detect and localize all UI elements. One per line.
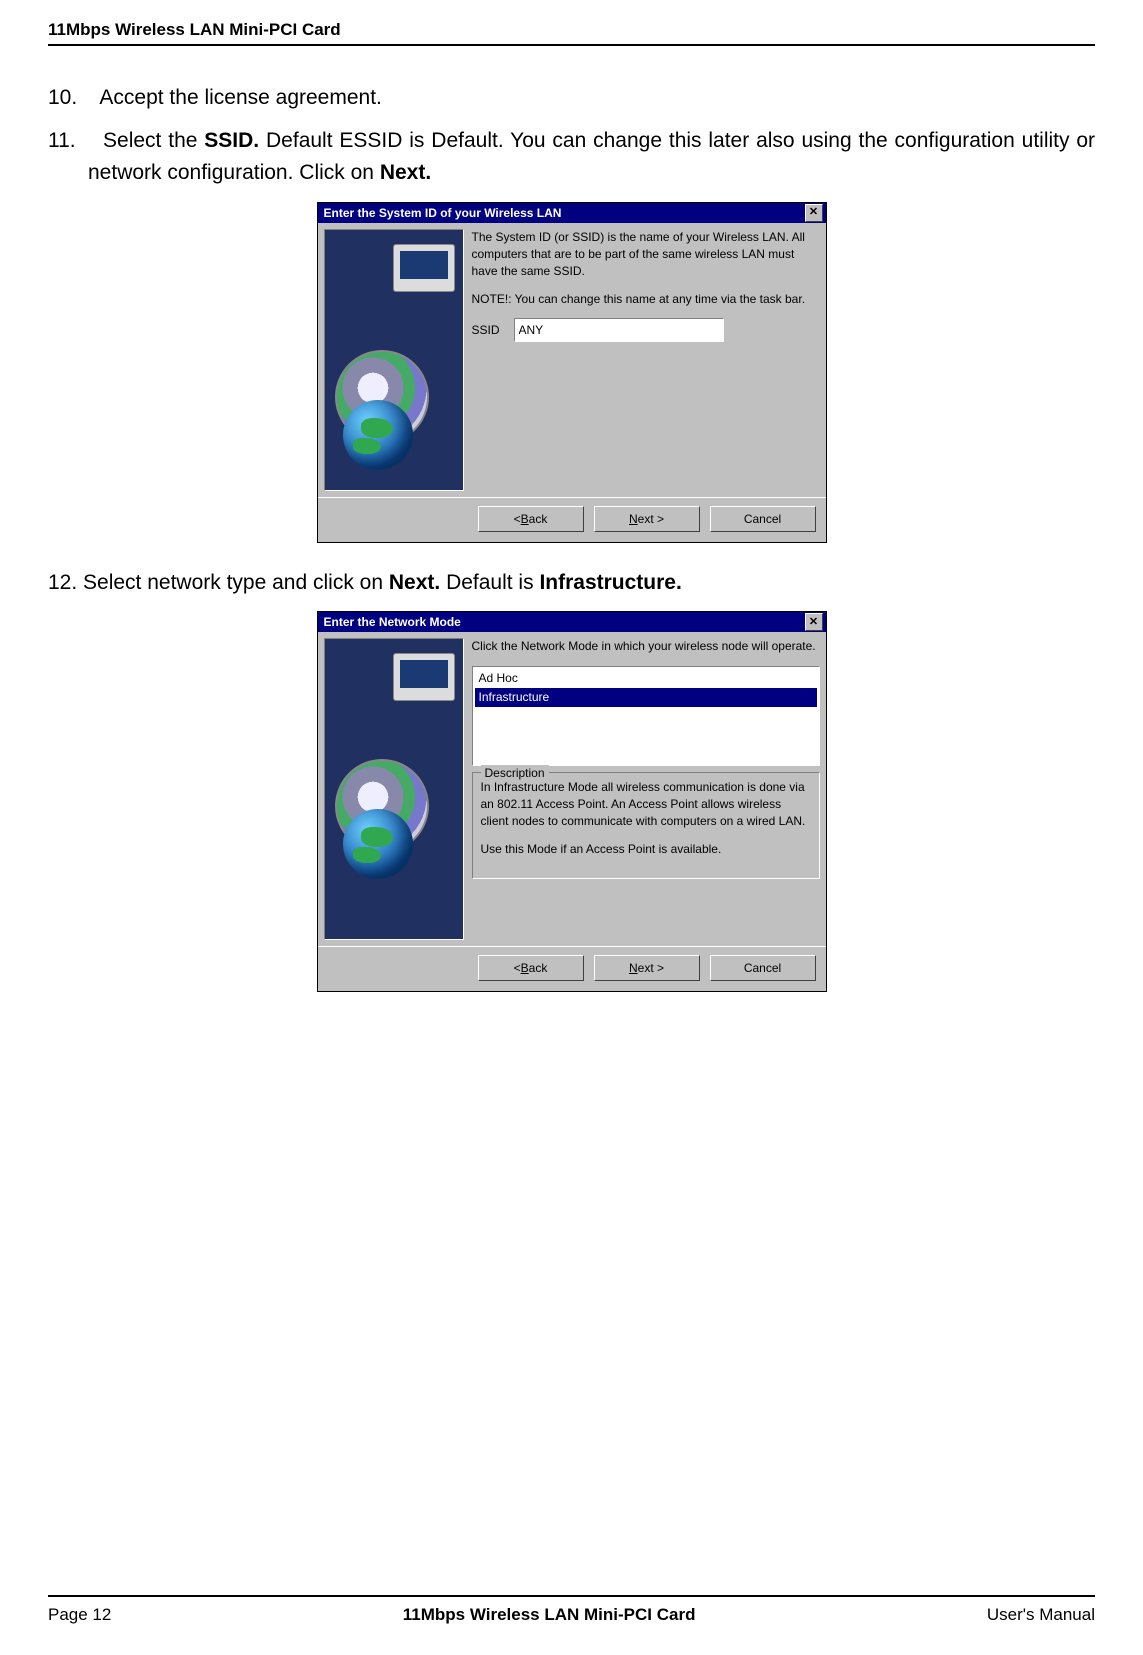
step-number: 11. [48, 129, 76, 152]
step-text-bold-ssid: SSID. [204, 129, 259, 152]
btn-text-u: N [629, 512, 638, 526]
step-11: 11. Select the SSID. Default ESSID is De… [48, 125, 1095, 190]
step-text: Accept the license agreement. [99, 86, 382, 109]
close-button[interactable]: ✕ [805, 204, 823, 222]
globe-icon [343, 809, 413, 879]
dialog-button-row: < Back Next > Cancel [318, 946, 826, 991]
next-button[interactable]: Next > [594, 506, 700, 532]
btn-text-pre: < [514, 961, 521, 975]
step-number: 10. [48, 86, 77, 109]
wizard-sidebar-image [324, 638, 464, 940]
cancel-button[interactable]: Cancel [710, 955, 816, 981]
btn-text-u: N [629, 961, 638, 975]
step-text-bold-next: Next. [389, 571, 440, 594]
titlebar[interactable]: Enter the System ID of your Wireless LAN… [318, 203, 826, 223]
description-text-2: Use this Mode if an Access Point is avai… [481, 841, 811, 858]
footer-product: 11Mbps Wireless LAN Mini-PCI Card [403, 1605, 696, 1625]
step-10: 10. Accept the license agreement. [48, 82, 1095, 115]
ssid-label: SSID [472, 322, 500, 339]
dialog-title: Enter the System ID of your Wireless LAN [321, 206, 562, 220]
description-text-1: In Infrastructure Mode all wireless comm… [481, 779, 811, 831]
dialog-content: The System ID (or SSID) is the name of y… [472, 229, 820, 491]
step-text-c: Default is [446, 571, 539, 594]
dialog-network-mode: Enter the Network Mode ✕ Click the Netwo… [317, 611, 827, 992]
dialog-ssid: Enter the System ID of your Wireless LAN… [317, 202, 827, 543]
ssid-input[interactable] [514, 318, 724, 342]
step-text-a: Select the [103, 129, 204, 152]
list-item[interactable]: Ad Hoc [475, 669, 817, 688]
content-area: 10. Accept the license agreement. 11. Se… [48, 82, 1095, 992]
dialog-title: Enter the Network Mode [321, 615, 461, 629]
ssid-note: NOTE!: You can change this name at any t… [472, 291, 820, 308]
ssid-explanation: The System ID (or SSID) is the name of y… [472, 229, 820, 281]
close-button[interactable]: ✕ [805, 613, 823, 631]
back-button[interactable]: < Back [478, 955, 584, 981]
btn-text-post: ext > [638, 961, 664, 975]
page-header: 11Mbps Wireless LAN Mini-PCI Card [48, 20, 1095, 46]
monitor-icon [393, 653, 455, 701]
description-legend: Description [481, 765, 549, 782]
cancel-button[interactable]: Cancel [710, 506, 816, 532]
network-mode-list[interactable]: Ad Hoc Infrastructure [472, 666, 820, 766]
globe-icon [343, 400, 413, 470]
footer-page-number: Page 12 [48, 1605, 111, 1625]
next-button[interactable]: Next > [594, 955, 700, 981]
close-icon: ✕ [809, 617, 818, 628]
step-12: 12. Select network type and click on Nex… [48, 567, 1095, 600]
btn-text-u: B [521, 961, 529, 975]
dialog-mode-wrap: Enter the Network Mode ✕ Click the Netwo… [48, 611, 1095, 992]
step-text-bold-infra: Infrastructure. [539, 571, 681, 594]
titlebar[interactable]: Enter the Network Mode ✕ [318, 612, 826, 632]
btn-text-post: ack [529, 961, 548, 975]
footer-manual: User's Manual [987, 1605, 1095, 1625]
wizard-sidebar-image [324, 229, 464, 491]
mode-intro: Click the Network Mode in which your wir… [472, 638, 820, 655]
dialog-button-row: < Back Next > Cancel [318, 497, 826, 542]
dialog-content: Click the Network Mode in which your wir… [472, 638, 820, 879]
btn-text-post: ack [529, 512, 548, 526]
step-text-bold-next: Next. [380, 161, 431, 184]
list-item[interactable]: Infrastructure [475, 688, 817, 707]
close-icon: ✕ [809, 207, 818, 218]
back-button[interactable]: < Back [478, 506, 584, 532]
description-group: Description In Infrastructure Mode all w… [472, 772, 820, 880]
monitor-icon [393, 244, 455, 292]
page-footer: Page 12 11Mbps Wireless LAN Mini-PCI Car… [48, 1595, 1095, 1625]
step-text-a: 12. Select network type and click on [48, 571, 389, 594]
btn-text-u: B [521, 512, 529, 526]
btn-text-pre: < [514, 512, 521, 526]
btn-text-post: ext > [638, 512, 664, 526]
dialog-ssid-wrap: Enter the System ID of your Wireless LAN… [48, 202, 1095, 543]
